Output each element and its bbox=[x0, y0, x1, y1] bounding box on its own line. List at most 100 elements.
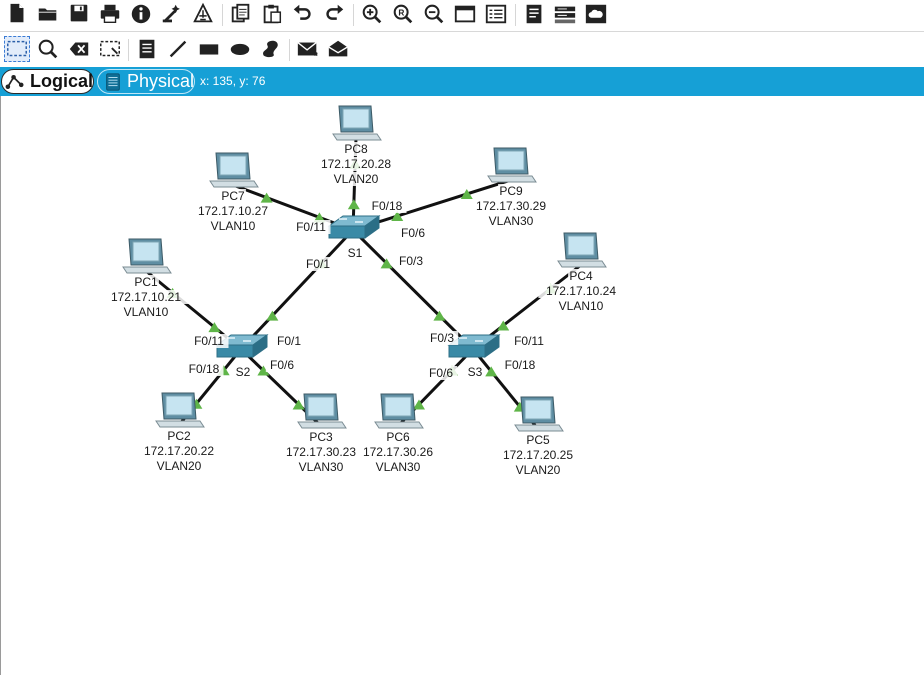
pc-name-label: PC1 bbox=[134, 275, 158, 289]
custom-devices-dialog-icon bbox=[485, 4, 507, 24]
delete-button[interactable] bbox=[66, 36, 92, 62]
pc-pc2[interactable]: PC2172.17.20.22VLAN20 bbox=[136, 392, 222, 473]
info-icon bbox=[131, 4, 151, 24]
drawing-palette-icon bbox=[454, 5, 476, 23]
custom-devices-dialog-button[interactable] bbox=[483, 1, 509, 27]
add-simple-pdu-button[interactable] bbox=[295, 36, 321, 62]
pc-pc3[interactable]: PC3172.17.30.23VLAN30 bbox=[278, 393, 364, 474]
redo-button[interactable] bbox=[321, 1, 347, 27]
pc-vlan-label: VLAN30 bbox=[376, 460, 421, 474]
zoom-out-icon bbox=[424, 4, 444, 24]
toolbar-separator bbox=[289, 39, 290, 61]
pc-vlan-label: VLAN30 bbox=[489, 214, 534, 228]
port-label: F0/18 bbox=[372, 199, 403, 213]
drawing-palette-button[interactable] bbox=[452, 1, 478, 27]
pc-pc8[interactable]: PC8172.17.20.28VLAN20 bbox=[313, 105, 399, 186]
draw-line-icon bbox=[169, 40, 187, 58]
select-button[interactable] bbox=[4, 36, 30, 62]
activity-wizard-icon bbox=[162, 4, 180, 23]
draw-rectangle-button[interactable] bbox=[196, 36, 222, 62]
draw-ellipse-button[interactable] bbox=[227, 36, 253, 62]
save-button[interactable] bbox=[66, 1, 92, 27]
add-simple-pdu-icon bbox=[297, 41, 318, 56]
pc-vlan-label: VLAN20 bbox=[516, 463, 561, 477]
pc-name-label: PC8 bbox=[344, 142, 368, 156]
tab-physical-label: Physical bbox=[126, 71, 194, 91]
link-s1-s2[interactable] bbox=[239, 228, 355, 351]
activity-wizard-button[interactable] bbox=[159, 1, 185, 27]
draw-ellipse-icon bbox=[230, 43, 250, 55]
pc-ip-label: 172.17.10.27 bbox=[198, 204, 268, 218]
inspect-button[interactable] bbox=[35, 36, 61, 62]
toolbar-separator bbox=[514, 4, 516, 26]
undo-icon bbox=[293, 4, 311, 20]
pc-ip-label: 172.17.10.21 bbox=[111, 290, 181, 304]
device-rack-button[interactable] bbox=[552, 1, 578, 27]
main-toolbar: R bbox=[0, 0, 924, 30]
pc-name-label: PC5 bbox=[526, 433, 550, 447]
open-folder-button[interactable] bbox=[35, 1, 61, 27]
open-folder-icon bbox=[38, 8, 57, 21]
new-file-button[interactable] bbox=[4, 1, 30, 27]
tab-logical-label: Logical bbox=[29, 71, 93, 91]
pc-pc4[interactable]: PC4172.17.10.24VLAN10 bbox=[538, 232, 624, 313]
draw-line-button[interactable] bbox=[165, 36, 191, 62]
device-rack-icon bbox=[554, 6, 576, 24]
pc-name-label: PC9 bbox=[499, 184, 523, 198]
svg-text:R: R bbox=[398, 7, 404, 17]
undo-button[interactable] bbox=[290, 1, 316, 27]
redo-icon bbox=[326, 4, 344, 20]
place-note-button[interactable] bbox=[134, 36, 160, 62]
port-label: F0/6 bbox=[429, 366, 453, 380]
toolbar-separator bbox=[128, 39, 129, 61]
port-label: F0/11 bbox=[296, 220, 326, 234]
tab-physical[interactable]: Physical bbox=[97, 69, 195, 94]
workspace-tab-bar: Logical Physical x: 135, y: 76 bbox=[0, 67, 924, 96]
port-label: F0/11 bbox=[514, 334, 544, 348]
freeform-draw-button[interactable] bbox=[258, 36, 284, 62]
zoom-out-button[interactable] bbox=[421, 1, 447, 27]
place-note-icon bbox=[139, 39, 155, 59]
switch-label: S2 bbox=[236, 365, 251, 379]
port-label: F0/3 bbox=[430, 331, 454, 345]
zoom-reset-button[interactable]: R bbox=[390, 1, 416, 27]
topology-canvas[interactable]: S1S2 S3PC1172.17.10.21VLAN10PC2172.17.20.… bbox=[1, 96, 924, 675]
zoom-in-button[interactable] bbox=[359, 1, 385, 27]
physical-rack-icon bbox=[106, 72, 120, 91]
tab-logical[interactable]: Logical bbox=[1, 69, 94, 94]
info-button[interactable] bbox=[128, 1, 154, 27]
port-label: F0/1 bbox=[277, 334, 301, 348]
pc-pc1[interactable]: PC1172.17.10.21VLAN10 bbox=[103, 238, 189, 319]
paste-icon bbox=[263, 4, 282, 24]
view-command-log-button[interactable] bbox=[521, 1, 547, 27]
switch-s1[interactable]: S1 bbox=[327, 215, 381, 260]
pc-pc7[interactable]: PC7172.17.10.27VLAN10 bbox=[190, 152, 276, 233]
resize-shape-button[interactable] bbox=[97, 36, 123, 62]
pc-name-label: PC3 bbox=[309, 430, 333, 444]
resize-shape-icon bbox=[100, 40, 120, 57]
pc-vlan-label: VLAN10 bbox=[559, 299, 604, 313]
pc-ip-label: 172.17.20.22 bbox=[144, 444, 214, 458]
port-label: F0/3 bbox=[399, 254, 423, 268]
pc-pc5[interactable]: PC5172.17.20.25VLAN20 bbox=[495, 396, 581, 477]
select-icon bbox=[7, 40, 27, 57]
print-button[interactable] bbox=[97, 1, 123, 27]
port-label: F0/11 bbox=[194, 334, 224, 348]
pc-ip-label: 172.17.10.24 bbox=[546, 284, 616, 298]
inspect-icon bbox=[38, 39, 58, 59]
cloud-icon bbox=[585, 4, 607, 24]
add-complex-pdu-button[interactable] bbox=[326, 36, 352, 62]
port-label: F0/6 bbox=[401, 226, 425, 240]
logical-workspace[interactable]: S1 S2 S3 PC1 172.17.10.21 VLAN10 PC2 172.17.20.… bbox=[0, 96, 924, 675]
pc-pc6[interactable]: PC6172.17.30.26VLAN30 bbox=[355, 393, 441, 474]
add-complex-pdu-icon bbox=[328, 40, 348, 57]
pc-ip-label: 172.17.20.25 bbox=[503, 448, 573, 462]
zoom-in-icon bbox=[362, 4, 382, 24]
cloud-button[interactable] bbox=[583, 1, 609, 27]
logical-topology-icon bbox=[5, 74, 24, 89]
network-information-button[interactable] bbox=[190, 1, 216, 27]
paste-button[interactable] bbox=[259, 1, 285, 27]
port-label: F0/18 bbox=[505, 358, 536, 372]
copy-button[interactable] bbox=[228, 1, 254, 27]
save-icon bbox=[70, 4, 88, 22]
